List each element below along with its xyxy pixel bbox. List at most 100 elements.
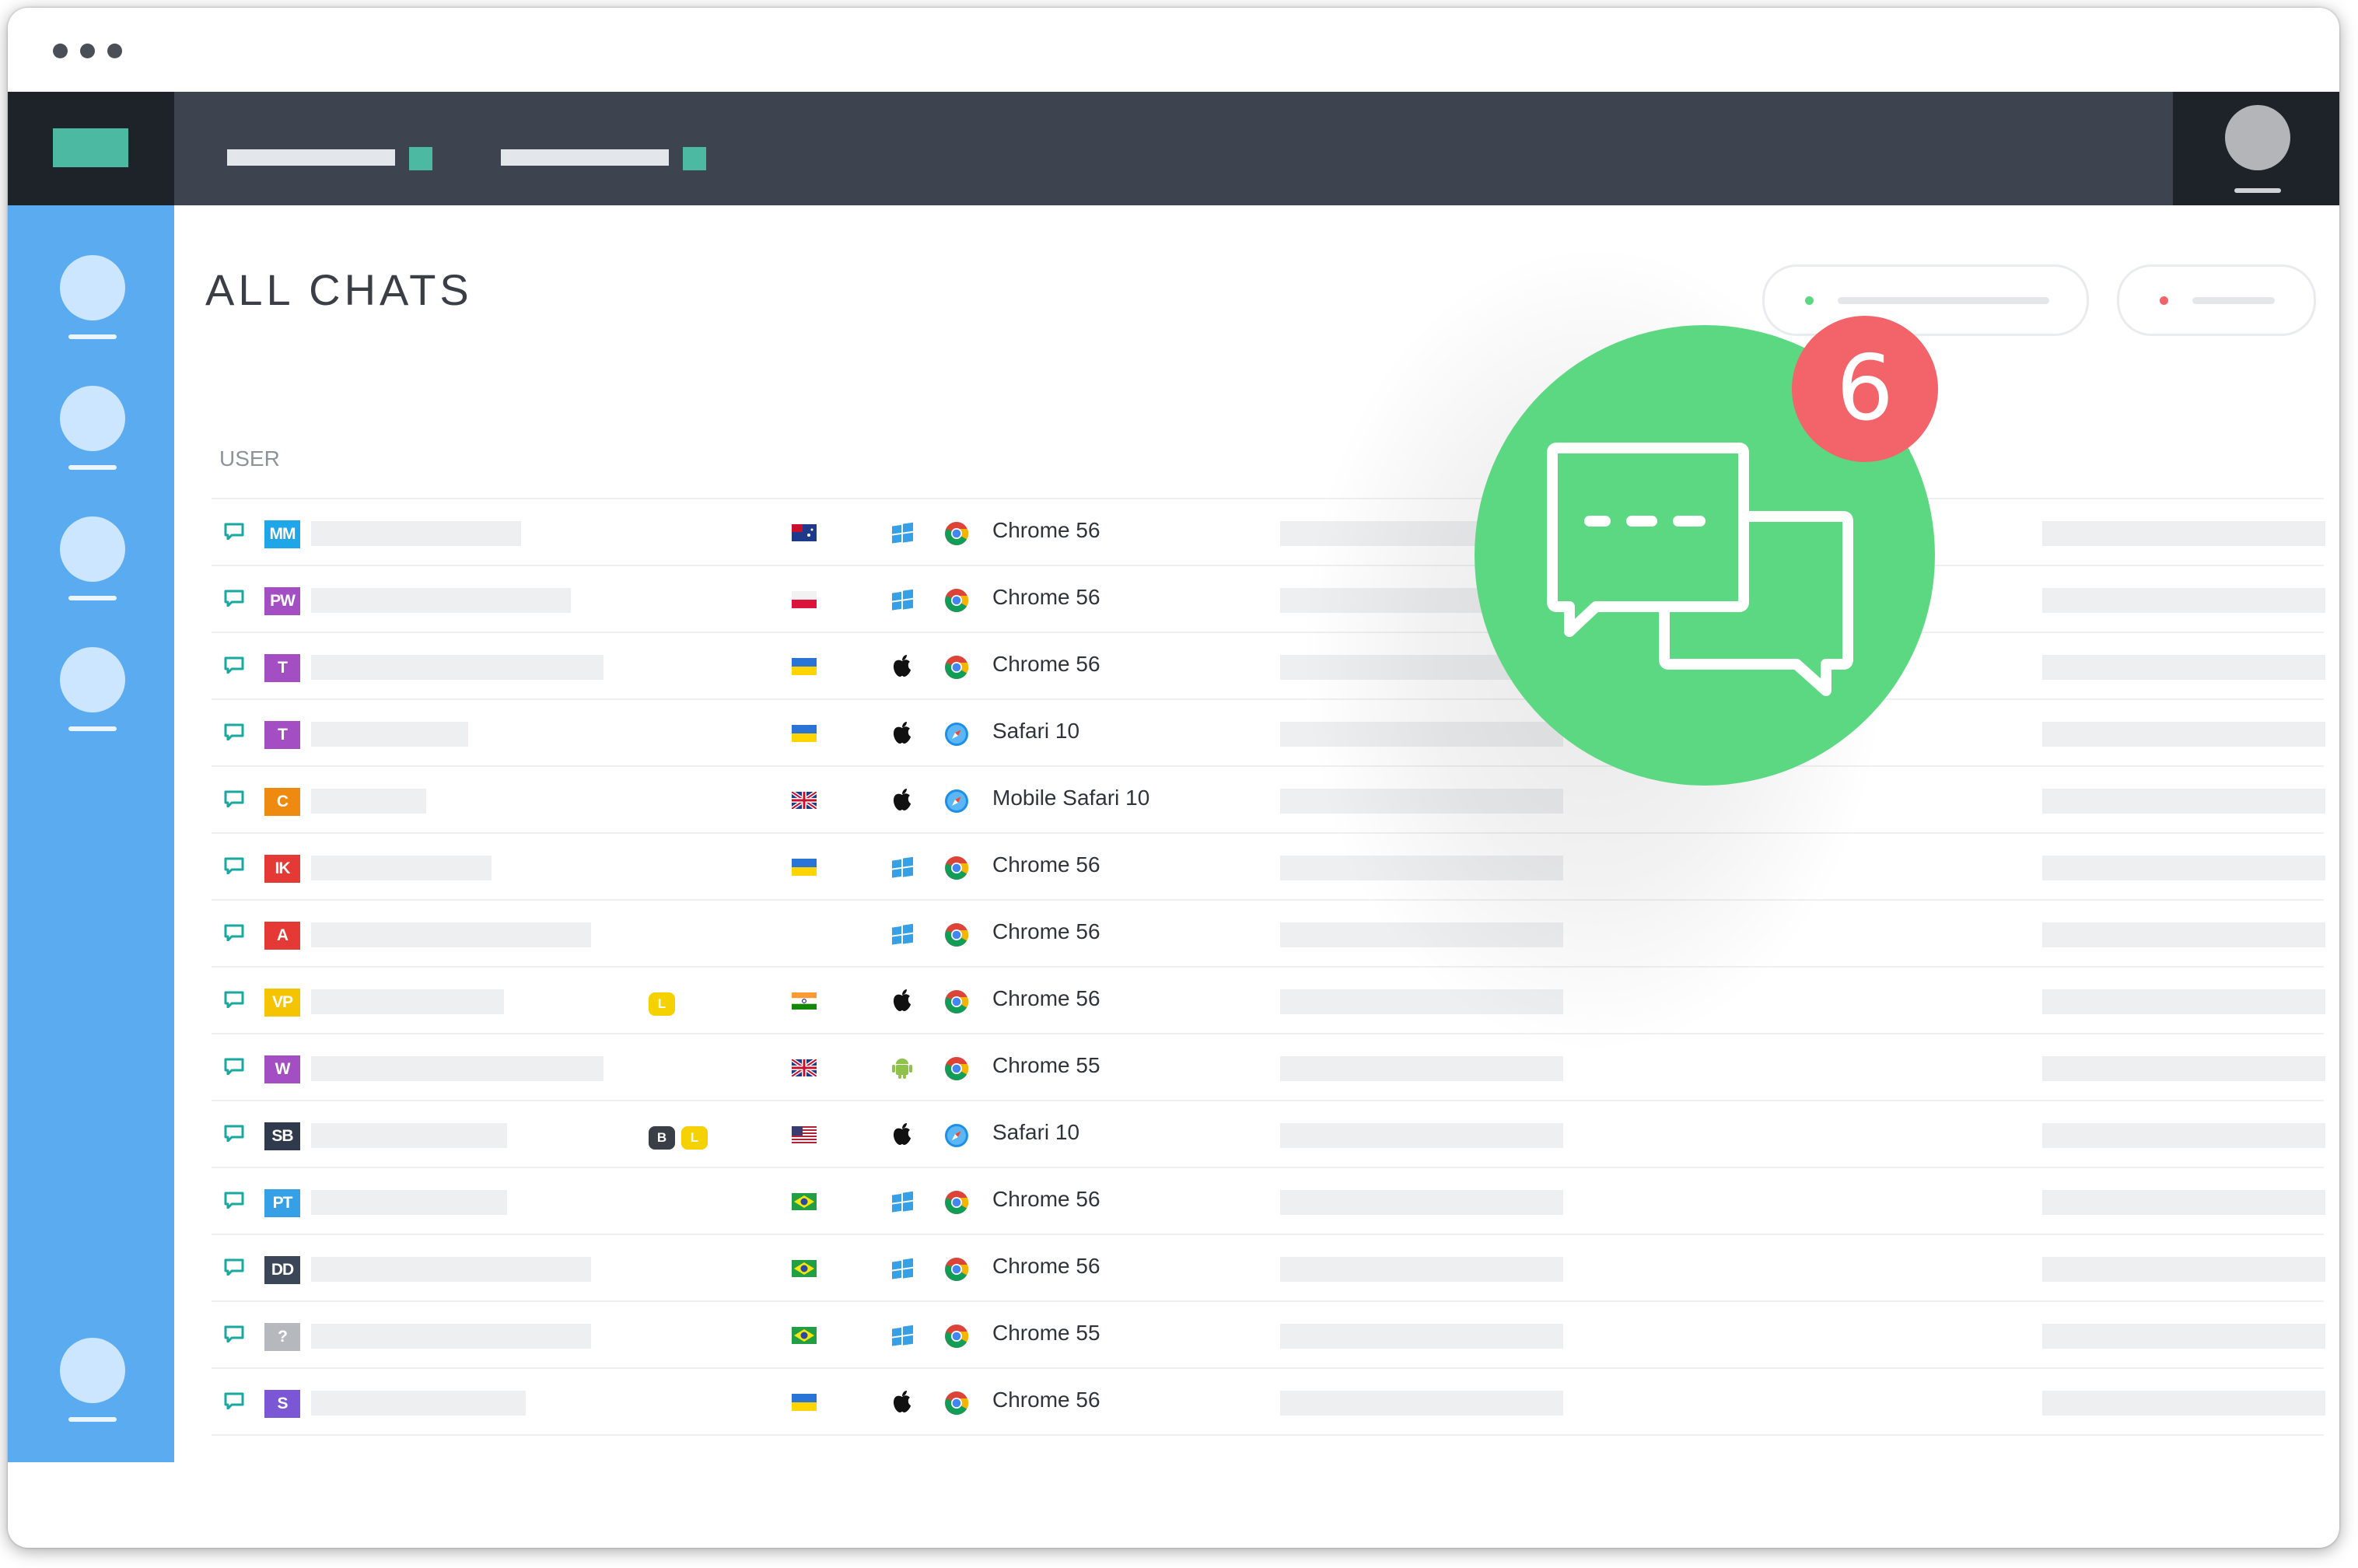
- user-menu[interactable]: [2173, 92, 2339, 205]
- user-name-placeholder: [311, 856, 492, 880]
- nav-item-placeholder: [227, 149, 395, 166]
- avatar-label-placeholder: [2234, 188, 2281, 193]
- chrome-icon: [945, 990, 969, 1013]
- chat-row[interactable]: PW Chrome 56: [212, 565, 2325, 632]
- sidebar-item-bottom[interactable]: [60, 1338, 125, 1422]
- user-name-placeholder: [311, 922, 591, 947]
- sidebar-item[interactable]: [60, 386, 125, 470]
- user-name-placeholder: [311, 1123, 507, 1148]
- browser-label: Chrome 56: [992, 986, 1100, 1010]
- location-placeholder: [1280, 856, 1563, 880]
- chat-row[interactable]: C Mobile Safari 10: [212, 765, 2325, 832]
- chat-icon: [224, 523, 244, 540]
- browser-label: Chrome 55: [992, 1053, 1100, 1077]
- chat-icon: [224, 656, 244, 674]
- location-placeholder: [1280, 1190, 1563, 1215]
- windows-icon: [892, 1325, 913, 1346]
- chrome-icon: [945, 522, 969, 545]
- chat-icon: [224, 1325, 244, 1342]
- chrome-icon: [945, 1191, 969, 1214]
- windows-icon: [892, 589, 913, 611]
- chat-row[interactable]: MM Chrome 56: [212, 498, 2325, 565]
- chat-icon: [224, 1058, 244, 1075]
- chrome-icon: [945, 656, 969, 679]
- meta-placeholder: [2042, 1056, 2325, 1081]
- apple-icon: [894, 989, 911, 1011]
- chat-row[interactable]: S Chrome 56: [212, 1367, 2325, 1436]
- chat-icon: [224, 991, 244, 1008]
- chat-row[interactable]: SB B L Safari 10: [212, 1100, 2325, 1167]
- user-name-placeholder: [311, 1257, 591, 1282]
- window-dot[interactable]: [107, 44, 122, 58]
- safari-icon: [945, 789, 968, 813]
- user-initials-avatar: PW: [264, 587, 300, 615]
- logo[interactable]: [53, 128, 128, 167]
- user-initials-avatar: IK: [264, 855, 300, 883]
- apple-icon: [894, 789, 911, 810]
- chat-row[interactable]: T Chrome 56: [212, 632, 2325, 698]
- avatar[interactable]: [2225, 105, 2290, 170]
- user-initials-avatar: C: [264, 788, 300, 816]
- browser-label: Chrome 56: [992, 919, 1100, 943]
- filter-label-placeholder: [2192, 297, 2275, 304]
- browser-label: Chrome 56: [992, 1187, 1100, 1211]
- user-name-placeholder: [311, 1391, 526, 1416]
- chat-row[interactable]: W Chrome 55: [212, 1033, 2325, 1100]
- logo-area[interactable]: [8, 92, 174, 205]
- sidebar-item[interactable]: [60, 516, 125, 600]
- chat-row[interactable]: ? Chrome 55: [212, 1300, 2325, 1367]
- flag-ukraine-icon: [792, 725, 817, 742]
- chat-row[interactable]: DD Chrome 56: [212, 1234, 2325, 1300]
- status-dot-green: [1805, 296, 1814, 305]
- chat-row[interactable]: IK Chrome 56: [212, 832, 2325, 899]
- meta-placeholder: [2042, 1391, 2325, 1416]
- chat-icon: [224, 1258, 244, 1276]
- location-placeholder: [1280, 1123, 1563, 1148]
- meta-placeholder: [2042, 1257, 2325, 1282]
- location-placeholder: [1280, 789, 1563, 814]
- sidebar-item-label: [68, 465, 117, 470]
- browser-label: Chrome 56: [992, 652, 1100, 676]
- flag-ukraine-icon: [792, 859, 817, 876]
- chat-row[interactable]: VP L Chrome 56: [212, 966, 2325, 1033]
- chat-row[interactable]: A Chrome 56: [212, 899, 2325, 966]
- user-name-placeholder: [311, 1190, 507, 1215]
- filter-label-placeholder: [1838, 297, 2049, 304]
- window-dot[interactable]: [53, 44, 68, 58]
- window-dot[interactable]: [80, 44, 95, 58]
- chrome-icon: [945, 1391, 969, 1415]
- user-name-placeholder: [311, 989, 504, 1014]
- user-name-placeholder: [311, 1056, 603, 1081]
- chrome-icon: [945, 1258, 969, 1281]
- windows-icon: [892, 1258, 913, 1279]
- safari-icon: [945, 1124, 968, 1147]
- flag-ukraine-icon: [792, 1394, 817, 1411]
- flag-brazil-icon: [792, 1193, 817, 1210]
- flag-india-icon: [792, 992, 817, 1010]
- flag-australia-icon: [792, 524, 817, 541]
- chat-icon: [224, 924, 244, 941]
- sidebar-item-label: [68, 596, 117, 600]
- meta-placeholder: [2042, 655, 2325, 680]
- sidebar-item-label: [68, 334, 117, 339]
- meta-placeholder: [2042, 856, 2325, 880]
- unread-count-badge: 6: [1792, 316, 1938, 462]
- sidebar-item[interactable]: [60, 255, 125, 339]
- chat-row[interactable]: T Safari 10: [212, 698, 2325, 765]
- chat-row[interactable]: PT Chrome 56: [212, 1167, 2325, 1234]
- browser-label: Chrome 55: [992, 1321, 1100, 1345]
- user-initials-avatar: T: [264, 654, 300, 682]
- status-filter-offline[interactable]: [2117, 264, 2316, 336]
- windows-icon: [892, 522, 913, 544]
- windows-icon: [892, 923, 913, 945]
- chrome-icon: [945, 923, 969, 947]
- browser-label: Chrome 56: [992, 518, 1100, 542]
- user-name-placeholder: [311, 722, 468, 747]
- meta-placeholder: [2042, 588, 2325, 613]
- sidebar-icon: [60, 386, 125, 451]
- window-controls[interactable]: [53, 44, 122, 58]
- sidebar-icon: [60, 1338, 125, 1403]
- chat-icon: [224, 723, 244, 740]
- chrome-icon: [945, 1325, 969, 1348]
- sidebar-item[interactable]: [60, 647, 125, 731]
